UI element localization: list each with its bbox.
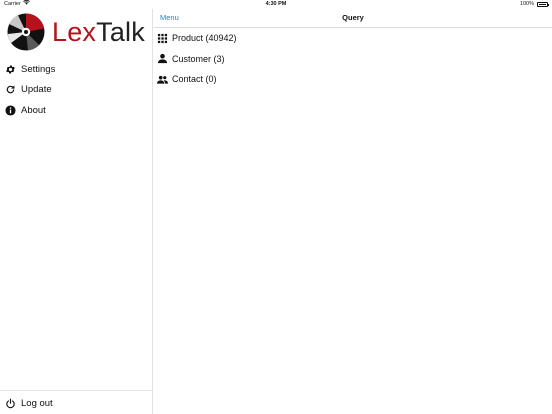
logout-button[interactable]: Log out <box>0 393 153 414</box>
sidebar: LexTalk Settings Update About Log out <box>0 9 153 414</box>
app-logo: LexTalk <box>6 11 146 53</box>
person-icon <box>157 53 168 64</box>
status-time: 4:30 PM <box>265 1 287 7</box>
people-icon <box>157 74 168 85</box>
sidebar-item-label: Settings <box>21 63 56 75</box>
sidebar-item-settings[interactable]: Settings <box>0 59 153 80</box>
logo-lex: Lex <box>52 16 97 47</box>
logout-label: Log out <box>21 397 53 409</box>
logo-talk: Talk <box>96 16 145 47</box>
list-item-label: Contact (0) <box>172 74 217 85</box>
top-navbar: Menu Query <box>154 9 552 28</box>
logout-divider <box>0 390 152 391</box>
list-item-label: Customer (3) <box>172 53 225 64</box>
info-icon <box>5 105 16 116</box>
sidebar-item-update[interactable]: Update <box>0 80 153 101</box>
grid-icon <box>157 33 168 44</box>
status-right: 100% <box>519 0 549 9</box>
power-icon <box>5 398 16 409</box>
logo-wordmark: LexTalk <box>52 17 145 48</box>
battery-icon <box>537 2 549 7</box>
sidebar-item-about[interactable]: About <box>0 100 153 121</box>
logout-section: Log out <box>0 393 153 414</box>
gear-icon <box>5 64 16 75</box>
list-item-product[interactable]: Product (40942) <box>154 28 552 49</box>
sidebar-menu: Settings Update About <box>0 59 153 121</box>
list-item-customer[interactable]: Customer (3) <box>154 49 552 70</box>
battery-percent: 100% <box>519 1 534 7</box>
list-item-contact[interactable]: Contact (0) <box>154 69 552 90</box>
query-list: Product (40942) Customer (3) Contact (0) <box>154 28 552 90</box>
page-title: Query <box>342 13 364 22</box>
lextalk-logo-icon <box>7 13 45 51</box>
status-bar: Carrier 4:30 PM 100% <box>0 0 552 9</box>
list-item-label: Product (40942) <box>172 33 237 44</box>
sidebar-item-label: About <box>21 104 46 116</box>
sidebar-item-label: Update <box>21 84 52 96</box>
refresh-icon <box>5 84 16 95</box>
